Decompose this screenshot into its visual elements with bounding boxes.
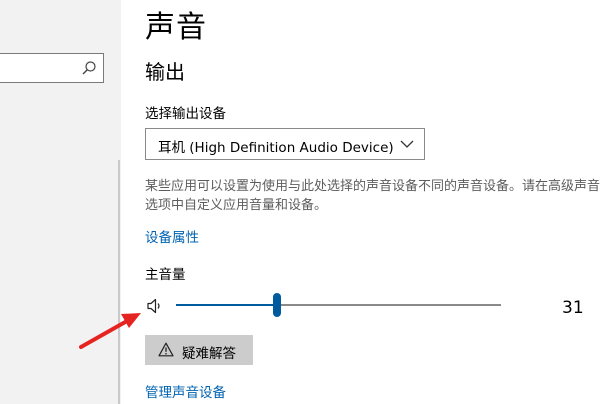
master-volume-label: 主音量 (145, 267, 186, 283)
manage-sound-devices-link[interactable]: 管理声音设备 (145, 381, 226, 401)
output-description: 某些应用可以设置为使用与此处选择的声音设备不同的声音设备。请在高级声音选项中自定… (145, 179, 600, 213)
page-title: 声音 (145, 10, 207, 45)
master-volume-slider[interactable] (176, 293, 501, 317)
left-navigation-pane (0, 0, 121, 404)
output-device-label: 选择输出设备 (145, 106, 226, 122)
troubleshoot-label: 疑难解答 (182, 346, 236, 362)
volume-value: 31 (562, 298, 584, 318)
volume-slider-thumb[interactable] (272, 293, 281, 317)
chevron-down-icon (400, 140, 414, 148)
search-icon[interactable] (81, 60, 97, 76)
volume-slider-fill (176, 304, 277, 306)
device-properties-link[interactable]: 设备属性 (145, 226, 199, 246)
output-device-dropdown[interactable]: 耳机 (High Definition Audio Device) (145, 128, 425, 160)
settings-search-input[interactable] (0, 53, 104, 83)
nav-scrollbar[interactable] (118, 160, 120, 404)
troubleshoot-button[interactable]: 疑难解答 (145, 335, 253, 365)
speaker-icon[interactable] (146, 297, 164, 315)
section-title-output: 输出 (145, 60, 185, 84)
warning-icon (158, 342, 174, 357)
output-device-selected: 耳机 (High Definition Audio Device) (158, 140, 394, 156)
